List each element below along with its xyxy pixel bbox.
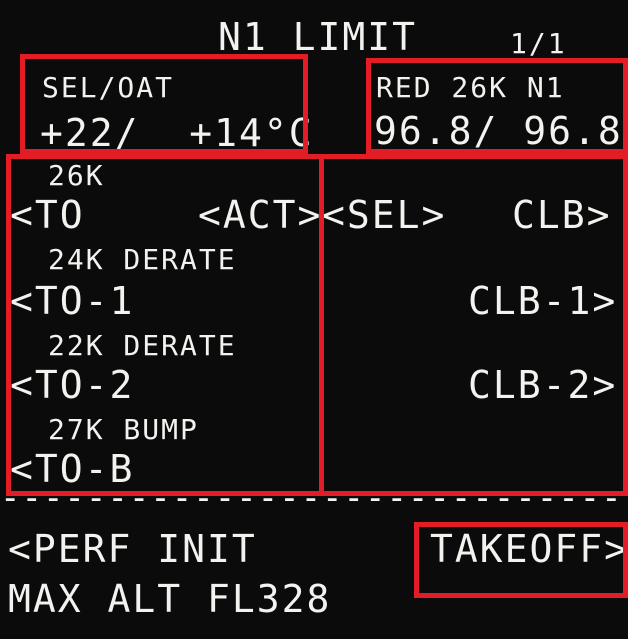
takeoff-options-highlight <box>6 154 324 496</box>
sel-oat-highlight <box>20 54 308 154</box>
red-n1-highlight <box>366 58 628 154</box>
perf-init-key[interactable]: <PERF INIT <box>8 530 257 568</box>
takeoff-highlight <box>414 522 628 598</box>
max-alt-readout: MAX ALT FL328 <box>8 577 332 621</box>
page-title: N1 LIMIT <box>218 15 418 59</box>
cdu-screen: N1 LIMIT 1/1 SEL/OAT +22/ +14°C RED 26K … <box>0 0 628 639</box>
page-number: 1/1 <box>510 27 567 60</box>
climb-options-highlight <box>319 154 628 496</box>
